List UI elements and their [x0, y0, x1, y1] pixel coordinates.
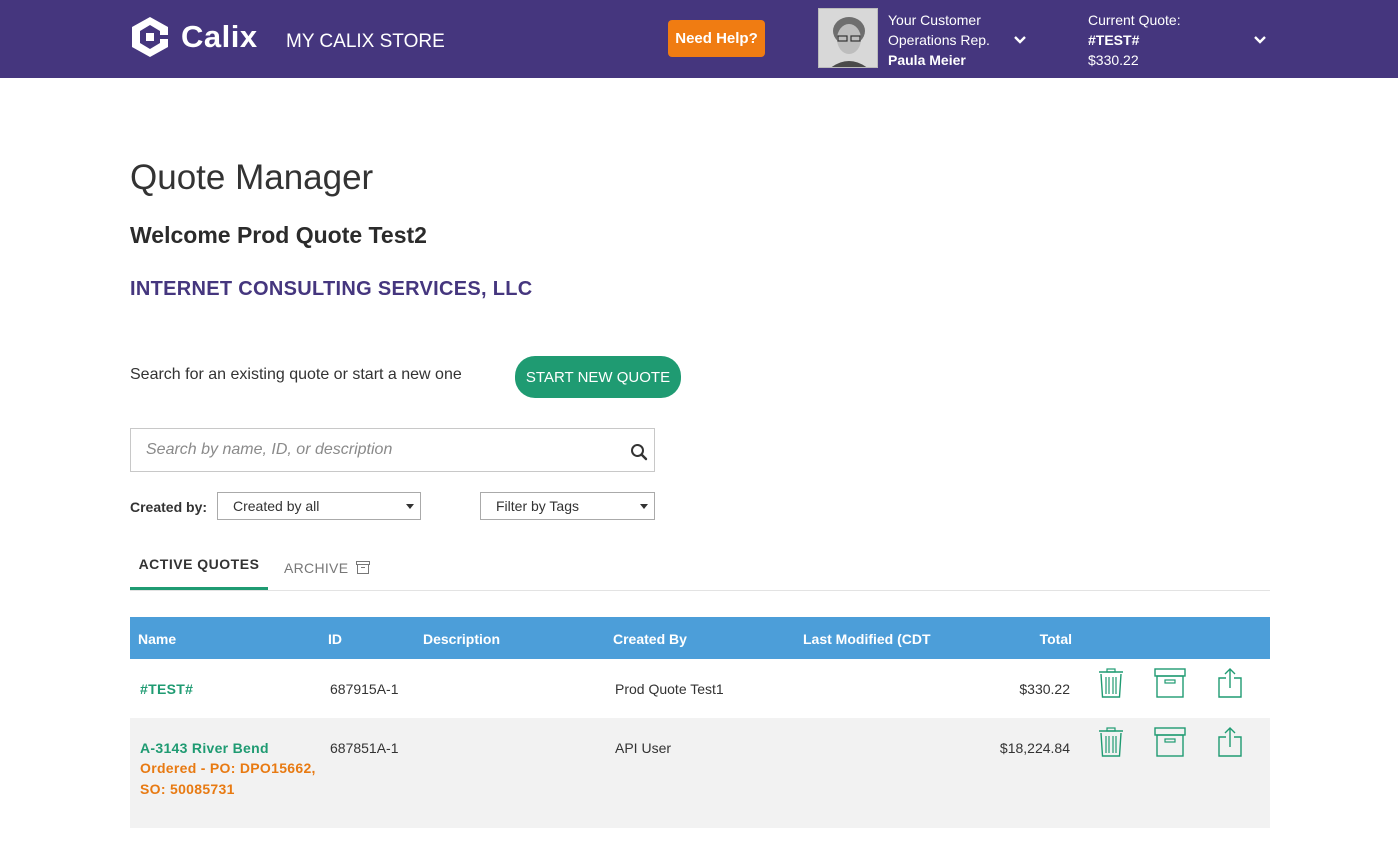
current-quote-total: $330.22: [1088, 52, 1139, 68]
tab-active-quotes-label: ACTIVE QUOTES: [138, 556, 260, 572]
search-prompt: Search for an existing quote or start a …: [130, 366, 462, 383]
rep-label-line2: Operations Rep.: [888, 32, 990, 48]
search-input[interactable]: [131, 429, 621, 471]
current-quote-label: Current Quote:: [1088, 12, 1181, 28]
table-row: #TEST# 687915A-1 Prod Quote Test1 $330.2…: [130, 659, 1270, 718]
quote-id: 687915A-1: [330, 681, 399, 697]
quote-created-by: API User: [615, 740, 672, 756]
rep-name: Paula Meier: [888, 52, 966, 68]
filter-tags-value: Filter by Tags: [496, 498, 579, 514]
quote-name-link[interactable]: A-3143 River Bend: [140, 740, 320, 756]
avatar-photo: [819, 9, 877, 67]
tab-active-quotes[interactable]: ACTIVE QUOTES: [130, 545, 268, 590]
table-row: A-3143 River Bend Ordered - PO: DPO15662…: [130, 718, 1270, 828]
column-header-name[interactable]: Name: [138, 631, 176, 647]
calix-logo[interactable]: Calix: [129, 15, 258, 59]
column-header-id[interactable]: ID: [328, 631, 342, 647]
quote-name-cell: A-3143 River Bend Ordered - PO: DPO15662…: [140, 740, 320, 800]
archive-box-icon[interactable]: [1154, 727, 1186, 757]
company-name: INTERNET CONSULTING SERVICES, LLC: [130, 278, 533, 300]
share-icon[interactable]: [1218, 667, 1242, 698]
quote-id: 687851A-1: [330, 740, 399, 756]
welcome-heading: Welcome Prod Quote Test2: [130, 222, 427, 248]
created-by-select[interactable]: Created by all: [217, 492, 421, 520]
dropdown-caret-icon: [406, 504, 414, 509]
trash-icon[interactable]: [1098, 727, 1124, 757]
chevron-down-icon[interactable]: [1253, 35, 1267, 45]
rep-label-line1: Your Customer: [888, 12, 981, 28]
filter-tags-select[interactable]: Filter by Tags: [480, 492, 655, 520]
quote-created-by: Prod Quote Test1: [615, 681, 724, 697]
tab-archive-label: ARCHIVE: [284, 559, 349, 576]
page-title: Quote Manager: [130, 158, 374, 197]
column-header-total[interactable]: Total: [1040, 631, 1072, 647]
quote-total: $330.22: [1019, 681, 1070, 697]
archive-box-icon[interactable]: [1154, 668, 1186, 698]
quote-name-link[interactable]: #TEST#: [140, 681, 193, 697]
start-new-quote-button[interactable]: START NEW QUOTE: [515, 356, 681, 398]
column-header-description[interactable]: Description: [423, 631, 500, 647]
logo-text: Calix: [181, 19, 258, 54]
quote-total: $18,224.84: [999, 740, 1070, 756]
column-header-created-by[interactable]: Created By: [613, 631, 687, 647]
archive-box-icon: [356, 561, 371, 574]
column-header-last-modified[interactable]: Last Modified (CDT: [803, 631, 931, 647]
trash-icon[interactable]: [1098, 668, 1124, 698]
need-help-button[interactable]: Need Help?: [668, 20, 765, 57]
rep-avatar: [818, 8, 878, 68]
created-by-value: Created by all: [233, 498, 320, 514]
calix-logo-icon: [132, 17, 168, 57]
customer-rep-info[interactable]: Your Customer Operations Rep. Paula Meie…: [888, 10, 990, 70]
created-by-label: Created by:: [130, 499, 208, 515]
store-title[interactable]: MY CALIX STORE: [286, 31, 445, 53]
quote-tabs: ACTIVE QUOTES ARCHIVE: [130, 545, 1270, 591]
tab-archive[interactable]: ARCHIVE: [284, 545, 371, 590]
order-status: Ordered - PO: DPO15662,: [140, 760, 316, 776]
quotes-table: Name ID Description Created By Last Modi…: [130, 617, 1270, 828]
current-quote-name: #TEST#: [1088, 32, 1140, 48]
share-icon[interactable]: [1218, 726, 1242, 757]
search-icon[interactable]: [630, 443, 648, 461]
dropdown-caret-icon: [640, 504, 648, 509]
current-quote-info[interactable]: Current Quote: #TEST# $330.22: [1088, 10, 1181, 70]
chevron-down-icon[interactable]: [1013, 35, 1027, 45]
table-header: Name ID Description Created By Last Modi…: [130, 617, 1270, 659]
search-box[interactable]: [130, 428, 655, 472]
order-status-so: SO: 50085731: [140, 781, 235, 797]
top-header: Calix MY CALIX STORE Need Help? Your Cus…: [0, 0, 1398, 78]
